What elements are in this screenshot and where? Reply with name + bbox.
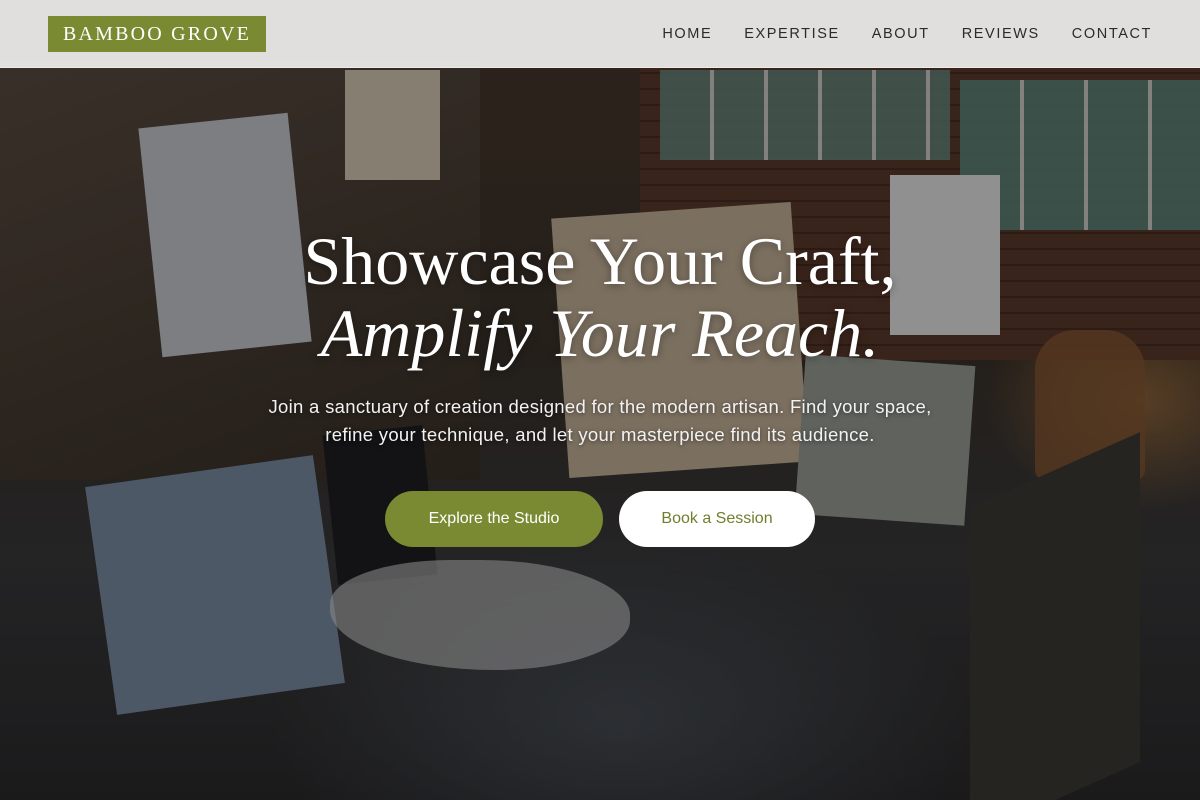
nav-item-reviews[interactable]: REVIEWS (962, 26, 1040, 42)
site-header: BAMBOO GROVE HOME EXPERTISE ABOUT REVIEW… (0, 0, 1200, 68)
hero-section: Showcase Your Craft, Amplify Your Reach.… (0, 225, 1200, 547)
nav-item-home[interactable]: HOME (662, 26, 712, 42)
headline-line-1: Showcase Your Craft, (303, 223, 897, 299)
brand-logo[interactable]: BAMBOO GROVE (48, 16, 266, 52)
hero-headline: Showcase Your Craft, Amplify Your Reach. (0, 225, 1200, 369)
cta-group: Explore the Studio Book a Session (0, 491, 1200, 547)
explore-studio-button[interactable]: Explore the Studio (385, 491, 603, 547)
nav-item-contact[interactable]: CONTACT (1072, 26, 1152, 42)
book-session-button[interactable]: Book a Session (619, 491, 815, 547)
main-nav: HOME EXPERTISE ABOUT REVIEWS CONTACT (662, 0, 1152, 68)
hero-subtext: Join a sanctuary of creation designed fo… (268, 396, 932, 445)
nav-item-about[interactable]: ABOUT (872, 26, 930, 42)
headline-line-2: Amplify Your Reach. (320, 295, 880, 371)
nav-item-expertise[interactable]: EXPERTISE (744, 26, 840, 42)
